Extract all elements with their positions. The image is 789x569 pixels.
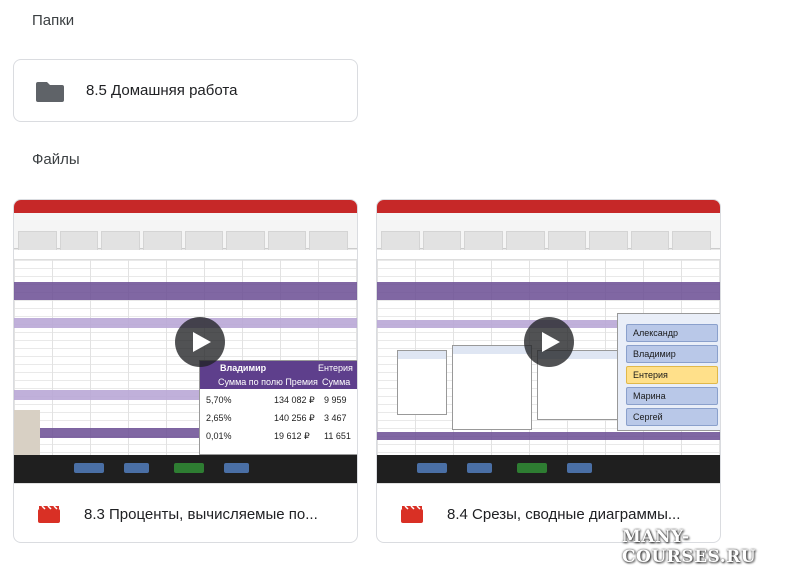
folder-card-homework[interactable]: 8.5 Домашняя работа xyxy=(13,59,358,122)
folders-section-title: Папки xyxy=(32,12,75,29)
excel-title-bar xyxy=(14,200,357,213)
play-button[interactable] xyxy=(524,317,574,367)
folder-name: 8.5 Домашняя работа xyxy=(86,82,238,99)
play-button[interactable] xyxy=(175,317,225,367)
slicer-item[interactable]: Сергей xyxy=(626,408,718,426)
file-card-percentages[interactable]: Владимир Ентерия Сумма по полю Премия Су… xyxy=(13,199,358,543)
pivot-header-extra: Ентерия xyxy=(318,363,353,373)
video-thumbnail[interactable]: Владимир Ентерия Сумма по полю Премия Су… xyxy=(14,200,357,483)
pivot-total-band xyxy=(377,432,720,440)
slicer-zoom: Александр Владимир Ентерия Марина Сергей xyxy=(617,313,720,431)
slicer-item[interactable]: Владимир xyxy=(626,345,718,363)
windows-taskbar xyxy=(14,455,357,483)
pivot-header-band xyxy=(377,282,720,300)
pivot-header-band xyxy=(14,282,357,300)
file-footer[interactable]: 8.3 Проценты, вычисляемые по... xyxy=(14,483,357,542)
play-icon xyxy=(541,332,560,352)
slicer-item[interactable]: Александр xyxy=(626,324,718,342)
file-card-slicers[interactable]: Александр Владимир Ентерия Марина Сергей… xyxy=(376,199,721,543)
slicer-panel-small xyxy=(397,350,447,415)
video-thumbnail[interactable]: Александр Владимир Ентерия Марина Сергей xyxy=(377,200,720,483)
windows-taskbar xyxy=(377,455,720,483)
file-name: 8.3 Проценты, вычисляемые по... xyxy=(84,505,318,523)
file-name: 8.4 Срезы, сводные диаграммы... xyxy=(447,505,681,523)
pivot-extra: 9 959 xyxy=(324,395,347,405)
excel-title-bar xyxy=(377,200,720,213)
slicer-item-selected[interactable]: Ентерия xyxy=(626,366,718,384)
excel-ribbon xyxy=(14,213,357,257)
video-file-icon xyxy=(401,505,423,523)
watermark-text: MANY-COURSES.RU xyxy=(622,527,757,567)
excel-ribbon xyxy=(377,213,720,257)
pivot-col-label-2: Сумма xyxy=(322,377,351,387)
slicer-item[interactable]: Марина xyxy=(626,387,718,405)
pivot-extra: 11 651 xyxy=(324,431,351,441)
folder-icon xyxy=(36,80,64,102)
excel-formula-bar xyxy=(377,250,720,260)
presenter-background xyxy=(14,410,40,455)
files-section-title: Файлы xyxy=(32,151,80,168)
play-icon xyxy=(192,332,211,352)
video-file-icon xyxy=(38,505,60,523)
slicer-panel-manager xyxy=(452,345,532,430)
pivot-table-zoom: Владимир Ентерия Сумма по полю Премия Су… xyxy=(199,360,357,455)
excel-formula-bar xyxy=(14,250,357,260)
pivot-extra: 3 467 xyxy=(324,413,347,423)
